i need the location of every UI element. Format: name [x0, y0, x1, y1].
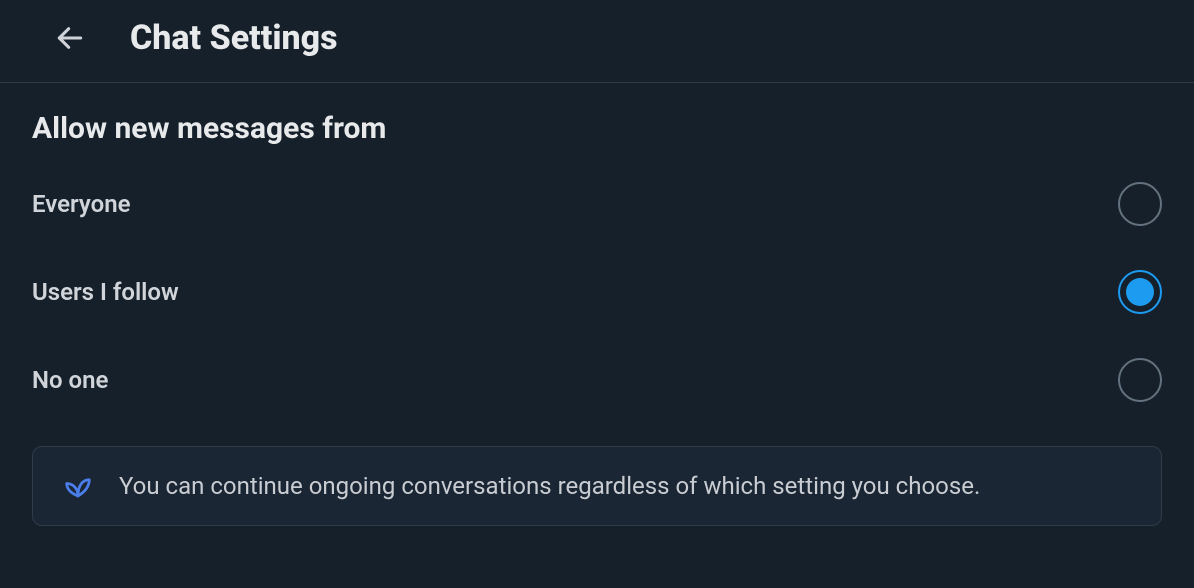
option-label: Users I follow — [32, 278, 179, 306]
radio-button[interactable] — [1118, 358, 1162, 402]
sprout-icon — [63, 471, 93, 501]
back-button[interactable] — [50, 18, 90, 58]
option-no-one[interactable]: No one — [32, 358, 1162, 402]
info-box: You can continue ongoing conversations r… — [32, 446, 1162, 526]
info-text: You can continue ongoing conversations r… — [119, 472, 980, 500]
option-everyone[interactable]: Everyone — [32, 182, 1162, 226]
header: Chat Settings — [0, 0, 1194, 83]
option-users-i-follow[interactable]: Users I follow — [32, 270, 1162, 314]
content: Allow new messages from Everyone Users I… — [0, 83, 1194, 554]
radio-button[interactable] — [1118, 270, 1162, 314]
radio-button[interactable] — [1118, 182, 1162, 226]
option-label: Everyone — [32, 190, 131, 218]
arrow-left-icon — [54, 22, 86, 54]
radio-inner — [1126, 278, 1154, 306]
section-heading: Allow new messages from — [32, 111, 1162, 146]
option-label: No one — [32, 366, 108, 394]
page-title: Chat Settings — [130, 18, 338, 58]
